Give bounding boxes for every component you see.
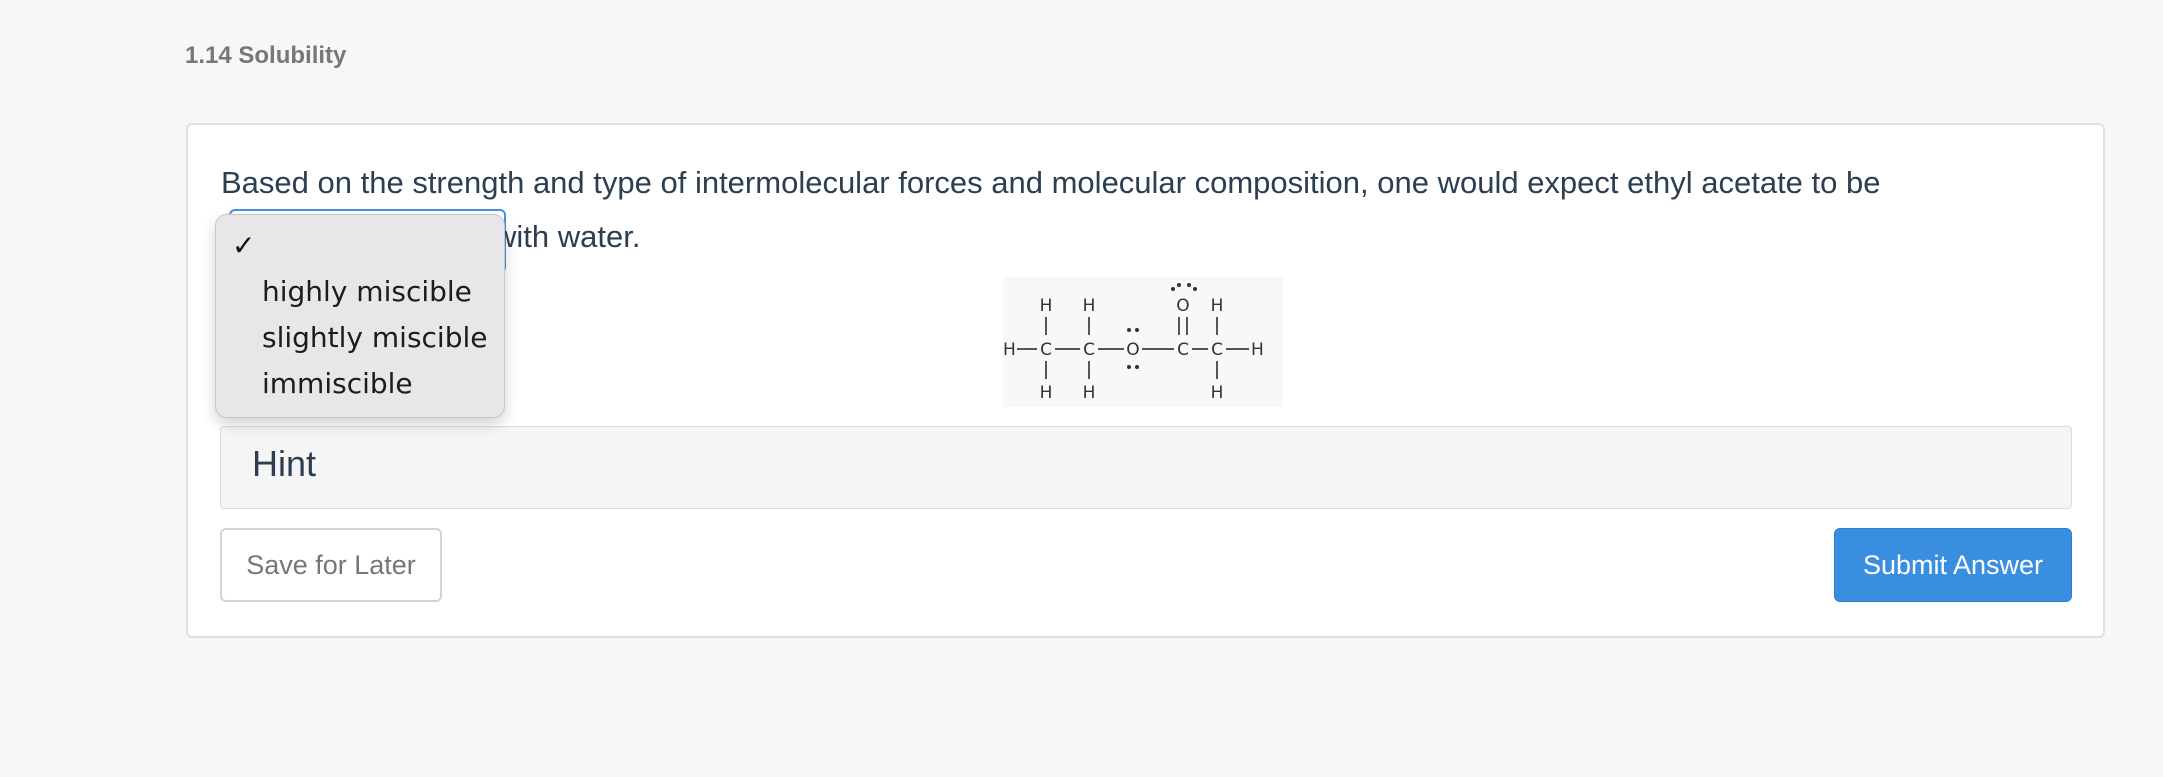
atom-h: H — [1251, 340, 1264, 360]
atom-c: C — [1040, 340, 1052, 360]
atom-h: H — [1083, 383, 1096, 403]
atom-o: O — [1126, 340, 1139, 360]
atom-h: H — [1003, 340, 1016, 360]
answer-dropdown-menu[interactable]: ✓ highly miscible slightly miscible immi… — [215, 214, 505, 418]
hint-label: Hint — [252, 443, 317, 484]
atom-c: C — [1083, 340, 1095, 360]
hint-panel[interactable]: Hint — [220, 426, 2072, 509]
ethyl-acetate-structure: H H O H H C C O C C H H H H — [1003, 277, 1283, 407]
checkmark-icon[interactable]: ✓ — [232, 229, 255, 262]
option-slightly-miscible[interactable]: slightly miscible — [262, 321, 488, 354]
atom-h: H — [1211, 383, 1224, 403]
breadcrumb: 1.14 Solubility — [185, 42, 347, 69]
atom-h: H — [1040, 296, 1053, 316]
save-for-later-button[interactable]: Save for Later — [220, 528, 442, 602]
question-text: Based on the strength and type of interm… — [221, 165, 1881, 200]
atom-c: C — [1211, 340, 1223, 360]
atom-h: H — [1083, 296, 1096, 316]
question-card: Based on the strength and type of interm… — [186, 123, 2105, 638]
atom-h: H — [1040, 383, 1053, 403]
option-immiscible[interactable]: immiscible — [262, 367, 413, 400]
atom-h: H — [1211, 296, 1224, 316]
atom-o: O — [1176, 296, 1189, 316]
atom-c: C — [1177, 340, 1189, 360]
question-text-continued: with water. — [494, 219, 641, 254]
option-highly-miscible[interactable]: highly miscible — [262, 275, 472, 308]
submit-answer-button[interactable]: Submit Answer — [1834, 528, 2072, 602]
